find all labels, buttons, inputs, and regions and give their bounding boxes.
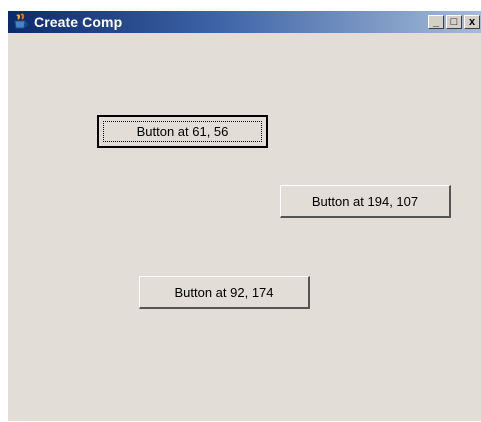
- maximize-glyph: □: [450, 15, 458, 28]
- window-title: Create Comp: [34, 14, 123, 30]
- client-area: Button at 61, 56 Button at 194, 107 Butt…: [8, 33, 481, 422]
- button-second[interactable]: Button at 194, 107: [280, 185, 451, 218]
- app-window: Create Comp _ □ x Button at 61, 56 Butto…: [7, 10, 481, 421]
- button-first-label: Button at 61, 56: [136, 124, 229, 139]
- close-icon[interactable]: x: [464, 15, 480, 29]
- button-second-label: Button at 194, 107: [311, 193, 419, 209]
- caption-buttons: _ □ x: [428, 15, 480, 29]
- maximize-icon[interactable]: □: [446, 15, 462, 29]
- title-bar[interactable]: Create Comp _ □ x: [8, 11, 481, 33]
- button-third[interactable]: Button at 92, 174: [139, 276, 310, 309]
- minimize-glyph: _: [432, 15, 440, 28]
- java-cup-icon[interactable]: [12, 13, 30, 31]
- close-glyph: x: [468, 15, 476, 28]
- button-third-label: Button at 92, 174: [174, 284, 274, 300]
- minimize-icon[interactable]: _: [428, 15, 444, 29]
- button-first[interactable]: Button at 61, 56: [97, 115, 268, 148]
